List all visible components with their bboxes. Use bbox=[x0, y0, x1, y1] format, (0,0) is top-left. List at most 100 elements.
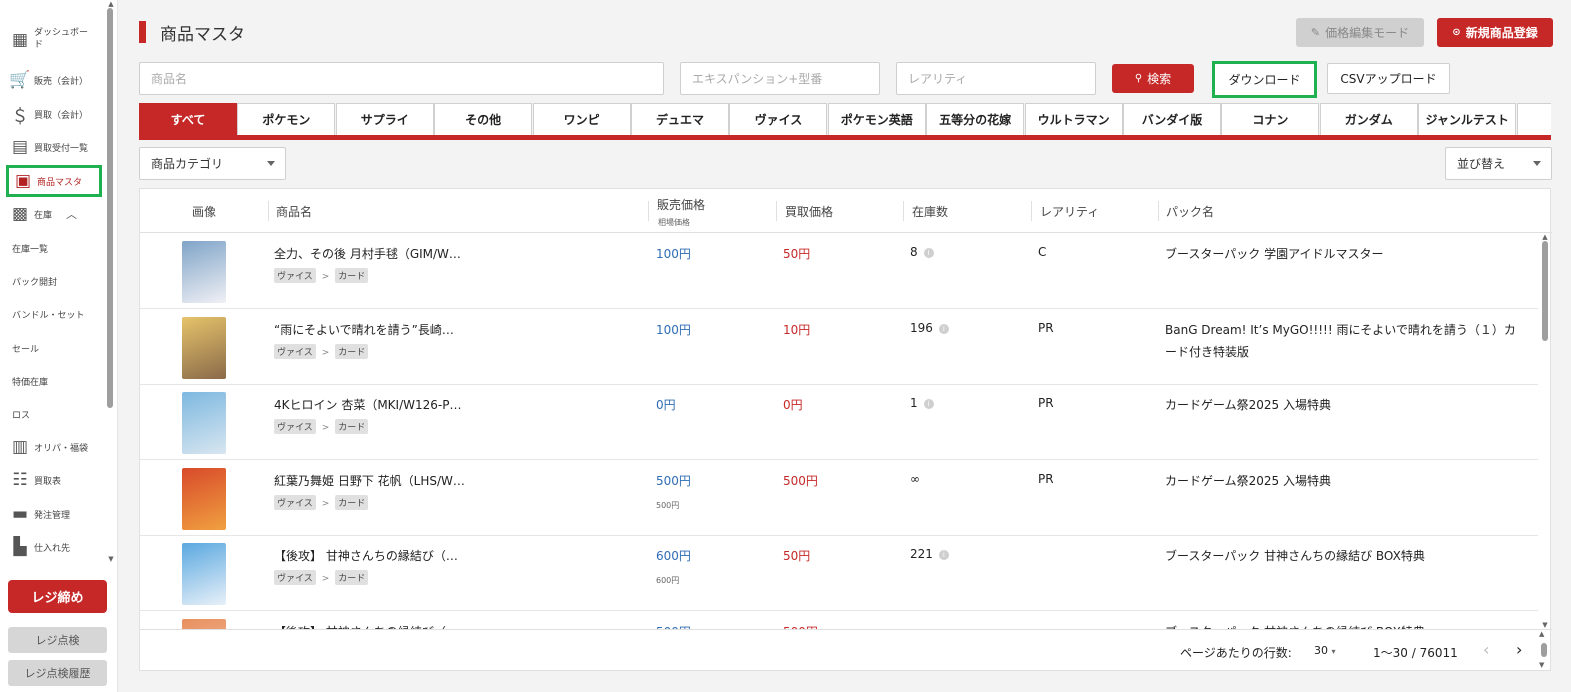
sidebar-item-0[interactable]: ▦ ダッシュボード bbox=[6, 24, 102, 56]
prev-page-icon[interactable]: ‹ bbox=[1483, 640, 1489, 659]
tab-11[interactable]: コナン bbox=[1221, 103, 1320, 135]
sidebar-stock-sub-4[interactable]: 特価在庫 bbox=[6, 365, 102, 397]
caret-down-icon bbox=[1533, 161, 1541, 166]
table-row[interactable]: 紅葉乃舞姫 日野下 花帆（LHS/W… ヴァイス > カード 500円 500円 5… bbox=[140, 460, 1538, 536]
scrollbar-thumb[interactable] bbox=[107, 8, 113, 408]
sidebar-stock-sub-0[interactable]: 在庫一覧 bbox=[6, 232, 102, 264]
search-button[interactable]: ⚲ 検索 bbox=[1112, 64, 1194, 93]
product-name[interactable]: 【後攻】 甘神さんちの縁結び（… bbox=[274, 547, 458, 564]
sort-select[interactable]: 並び替え bbox=[1445, 147, 1552, 180]
tab-12[interactable]: ガンダム bbox=[1319, 103, 1418, 135]
product-name-input[interactable] bbox=[139, 62, 664, 95]
pack-name-cont: ード付き特装版 bbox=[1165, 344, 1250, 359]
product-name[interactable]: 紅葉乃舞姫 日野下 花帆（LHS/W… bbox=[274, 472, 465, 489]
page-scrollbar[interactable]: ▲ ▼ bbox=[1539, 630, 1549, 670]
sidebar-more-2[interactable]: ▬ 発注管理 bbox=[6, 498, 102, 530]
tab-2[interactable]: サプライ bbox=[335, 103, 434, 135]
sidebar-item-label: バンドル・セット bbox=[12, 310, 85, 321]
product-image[interactable] bbox=[182, 467, 226, 530]
rows-per-page-select[interactable]: 30 ▾ bbox=[1314, 644, 1336, 657]
scroll-down-icon[interactable]: ▼ bbox=[1539, 661, 1544, 669]
tab-6[interactable]: ヴァイス bbox=[729, 103, 828, 135]
rarity: C bbox=[1038, 245, 1047, 259]
table-row[interactable]: 【後攻】 甘神さんちの縁結び（… ヴァイス > カード 600円 600円 50円 … bbox=[140, 535, 1538, 611]
tab-1[interactable]: ポケモン bbox=[237, 103, 336, 135]
sidebar-more-3[interactable]: ▙ 仕入れ先 bbox=[6, 531, 102, 563]
table-row[interactable]: 【後攻】 甘神さんちの縁結び（… 500円 500円 ブースターパック 甘神さん… bbox=[140, 611, 1538, 629]
stock-value: 221 bbox=[910, 547, 933, 561]
scroll-up-icon[interactable]: ▲ bbox=[1539, 630, 1544, 638]
genre-path: ヴァイス > カード bbox=[274, 343, 369, 359]
expansion-input[interactable] bbox=[680, 62, 880, 95]
tab-7[interactable]: ポケモン英語 bbox=[827, 103, 926, 135]
sidebar-stock-sub-3[interactable]: セール bbox=[6, 332, 102, 364]
scroll-down-icon[interactable]: ▼ bbox=[106, 555, 116, 563]
receipt-icon: ▤ bbox=[11, 137, 29, 157]
dashboard-icon: ▦ bbox=[11, 29, 29, 50]
sidebar-item-1[interactable]: 🛒 販売（会計） bbox=[6, 64, 102, 96]
sidebar-more-0[interactable]: ▥ オリパ・福袋 bbox=[6, 431, 102, 463]
sidebar-scrollbar[interactable]: ▲ ▼ bbox=[106, 0, 116, 570]
table-row[interactable]: “雨にそよいで晴れを請う”長崎… ヴァイス > カード 100円 10円 196 i … bbox=[140, 309, 1538, 385]
th-name: 商品名 bbox=[276, 205, 313, 219]
category-select[interactable]: 商品カテゴリ bbox=[139, 147, 286, 180]
scrollbar-thumb[interactable] bbox=[1542, 241, 1548, 341]
pack-name: ブースターパック 甘神さんちの縁結び BOX特典 bbox=[1165, 549, 1425, 563]
tab-overflow[interactable] bbox=[1516, 103, 1551, 135]
sidebar-stock-sub-2[interactable]: バンドル・セット bbox=[6, 298, 102, 330]
dollar-icon: ＄ bbox=[11, 106, 29, 127]
product-image[interactable] bbox=[182, 543, 226, 605]
product-name[interactable]: “雨にそよいで晴れを請う”長崎… bbox=[274, 321, 454, 338]
tab-10[interactable]: バンダイ版 bbox=[1123, 103, 1221, 135]
scroll-up-icon[interactable]: ▲ bbox=[1540, 233, 1550, 241]
sidebar-stock-sub-5[interactable]: ロス bbox=[6, 398, 102, 430]
tab-0[interactable]: すべて bbox=[139, 103, 237, 135]
sell-price: 100円 bbox=[656, 247, 691, 261]
table-scrollbar[interactable]: ▲ ▼ bbox=[1540, 233, 1550, 629]
sidebar-item-label: 買取受付一覧 bbox=[34, 143, 89, 154]
pack-name: BanG Dream! It’s MyGO!!!!! 雨にそよいで晴れを請う（１… bbox=[1165, 322, 1516, 337]
sidebar-item-4[interactable]: ▣ 商品マスタ bbox=[6, 165, 102, 197]
sidebar-stock-sub-1[interactable]: パック開封 bbox=[6, 265, 102, 297]
table-row[interactable]: 全力、その後 月村手毬（GIM/W… ヴァイス > カード 100円 50円 8i … bbox=[140, 233, 1538, 309]
register-close-button[interactable]: レジ締め bbox=[8, 580, 107, 613]
product-name[interactable]: 4Kヒロイン 杏菜（MKI/W126-P… bbox=[274, 396, 461, 413]
price-edit-mode-button[interactable]: ✎ 価格編集モード bbox=[1296, 18, 1424, 47]
sidebar-item-2[interactable]: ＄ 買取（会計） bbox=[6, 98, 102, 130]
product-image[interactable] bbox=[182, 392, 226, 454]
tab-5[interactable]: デュエマ bbox=[631, 103, 729, 135]
info-icon[interactable]: i bbox=[938, 550, 949, 560]
tab-9[interactable]: ウルトラマン bbox=[1024, 103, 1123, 135]
buy-price: 0円 bbox=[783, 398, 803, 412]
scrollbar-thumb[interactable] bbox=[1541, 643, 1547, 657]
tab-4[interactable]: ワンピ bbox=[532, 103, 631, 135]
pack-name: カードゲーム祭2025 入場特典 bbox=[1165, 473, 1331, 488]
sidebar-item-3[interactable]: ▤ 買取受付一覧 bbox=[6, 131, 102, 163]
product-image[interactable] bbox=[182, 618, 226, 629]
new-product-button[interactable]: ⊙ 新規商品登録 bbox=[1437, 18, 1553, 47]
info-icon[interactable]: i bbox=[938, 323, 949, 334]
next-page-icon[interactable]: › bbox=[1516, 640, 1522, 659]
tab-3[interactable]: その他 bbox=[434, 103, 533, 135]
info-icon[interactable]: i bbox=[923, 248, 934, 258]
scroll-up-icon[interactable]: ▲ bbox=[106, 0, 116, 8]
product-image[interactable] bbox=[182, 316, 226, 379]
info-icon[interactable]: i bbox=[923, 399, 934, 409]
chevron-up-icon[interactable]: ︿ bbox=[66, 206, 77, 222]
rarity-input[interactable] bbox=[896, 62, 1096, 95]
sidebar-item-5[interactable]: ▩ 在庫 ︿ bbox=[6, 198, 102, 230]
product-name[interactable]: 全力、その後 月村手毬（GIM/W… bbox=[274, 245, 461, 262]
table-row[interactable]: 4Kヒロイン 杏菜（MKI/W126-P… ヴァイス > カード 0円 0円 1i … bbox=[140, 384, 1538, 460]
buy-price: 10円 bbox=[783, 322, 811, 337]
register-check-button[interactable]: レジ点検 bbox=[8, 627, 107, 653]
th-buy-price: 買取価格 bbox=[785, 205, 834, 219]
download-button[interactable]: ダウンロード bbox=[1212, 61, 1317, 98]
stock-count: 1i bbox=[910, 396, 934, 410]
tab-13[interactable]: ジャンルテスト bbox=[1418, 103, 1517, 135]
scroll-down-icon[interactable]: ▼ bbox=[1540, 621, 1550, 629]
sidebar-more-1[interactable]: ☷ 買取表 bbox=[6, 464, 102, 496]
product-image[interactable] bbox=[182, 241, 226, 303]
register-history-button[interactable]: レジ点検履歴 bbox=[8, 660, 107, 686]
csv-upload-button[interactable]: CSVアップロード bbox=[1327, 63, 1450, 94]
tab-8[interactable]: 五等分の花嫁 bbox=[926, 103, 1025, 135]
